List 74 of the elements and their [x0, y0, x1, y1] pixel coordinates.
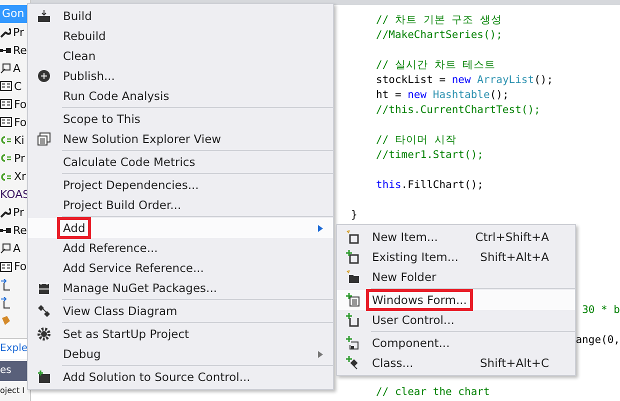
menu-item[interactable]: Run Code Analysis [28, 86, 333, 106]
code-line: // 타이머 시작 [376, 133, 456, 148]
source-control-icon [37, 370, 51, 384]
menu-item[interactable]: Set as StartUp Project [28, 324, 333, 344]
wrench-icon [0, 207, 11, 218]
tree-item[interactable]: Pr [0, 206, 24, 220]
tree-item[interactable]: A [0, 242, 21, 256]
menu-item[interactable]: Add Service Reference... [28, 258, 333, 278]
code-line: // 실시간 차트 테스트 [376, 58, 496, 73]
code-line: stockList = new ArrayList(); [376, 73, 554, 88]
code-line: this.FillChart(); [376, 178, 484, 193]
tree-item[interactable]: Pr [0, 26, 24, 39]
class-icon [346, 356, 360, 370]
code-line: //MakeChartSeries(); [376, 28, 502, 43]
code-line: // clear the chart [376, 385, 490, 400]
tree-item[interactable]: Fo [0, 98, 27, 111]
code-line: //this.CurrentChartTest(); [376, 103, 540, 118]
code-line: } [351, 208, 358, 223]
tree-item[interactable]: C [0, 80, 22, 93]
code-line: ht = new Hashtable(); [376, 88, 509, 103]
csharp-icon [0, 153, 12, 164]
menu-item[interactable]: New Folder [337, 267, 575, 287]
menu-item[interactable]: Add Solution to Source Control... [28, 367, 333, 387]
menu-item[interactable]: Calculate Code Metrics [28, 152, 333, 172]
menu-item[interactable]: Scope to This [28, 109, 333, 129]
menu-item[interactable]: Publish... [28, 66, 333, 86]
window-icon [37, 132, 51, 146]
code-line: ange(0, [576, 333, 620, 348]
tree-item[interactable]: Re [0, 224, 27, 238]
tree-item[interactable]: Re [0, 44, 27, 57]
menu-item[interactable]: View Class Diagram [28, 301, 333, 321]
menu-item[interactable]: Project Dependencies... [28, 175, 333, 195]
control-icon [346, 313, 360, 327]
build-icon [37, 9, 51, 23]
tree-item[interactable]: Fo [0, 116, 27, 129]
menu-item[interactable]: Add Reference... [28, 238, 333, 258]
tree-item[interactable]: Pr [0, 152, 25, 165]
csharp-icon [0, 172, 12, 182]
menu-item[interactable]: Manage NuGet Packages... [28, 278, 333, 298]
menu-item[interactable]: Project Build Order... [28, 195, 333, 215]
menu-item[interactable]: New Item... Ctrl+Shift+A [337, 227, 575, 247]
menu-item[interactable]: Class... Shift+Alt+C [337, 353, 575, 373]
menu-item[interactable]: Add [28, 218, 333, 238]
csharp-icon [0, 135, 12, 146]
menu-item[interactable]: Build [28, 6, 333, 26]
explorer-tab[interactable]: Exple [0, 338, 30, 360]
link-icon [0, 278, 12, 291]
settings-icon [37, 327, 51, 341]
code-line: 30 * b [582, 303, 620, 318]
component-icon [346, 336, 360, 350]
form-icon [346, 293, 360, 307]
menu-item[interactable]: Existing Item... Shift+Alt+A [337, 247, 575, 267]
resource-icon [0, 315, 12, 328]
code-line: //timer1.Start(); [376, 148, 484, 163]
tree-item[interactable]: Fo [0, 260, 27, 274]
tree-item[interactable]: A [0, 62, 21, 75]
add-item-icon [346, 250, 360, 264]
folder-icon [346, 270, 360, 284]
menu-item[interactable]: User Control... [337, 310, 575, 330]
menu-item[interactable]: Clean [28, 46, 333, 66]
link-icon [0, 296, 12, 309]
tree-item[interactable]: Xr [0, 170, 26, 184]
diagram-icon [37, 304, 51, 318]
menu-item[interactable]: Component... [337, 333, 575, 353]
property-row-text: oject I [0, 385, 26, 398]
menu-item[interactable]: Debug [28, 344, 333, 364]
code-line: // 차트 기본 구조 생성 [376, 13, 502, 28]
menu-item[interactable]: New Solution Explorer View [28, 129, 333, 149]
wrench-icon [0, 26, 11, 38]
tree-item[interactable]: Ki [0, 134, 24, 147]
menu-item[interactable]: Windows Form... [337, 290, 575, 310]
menu-item[interactable]: Rebuild [28, 26, 333, 46]
panel-title: es [0, 361, 30, 382]
new-item-icon [346, 230, 360, 244]
